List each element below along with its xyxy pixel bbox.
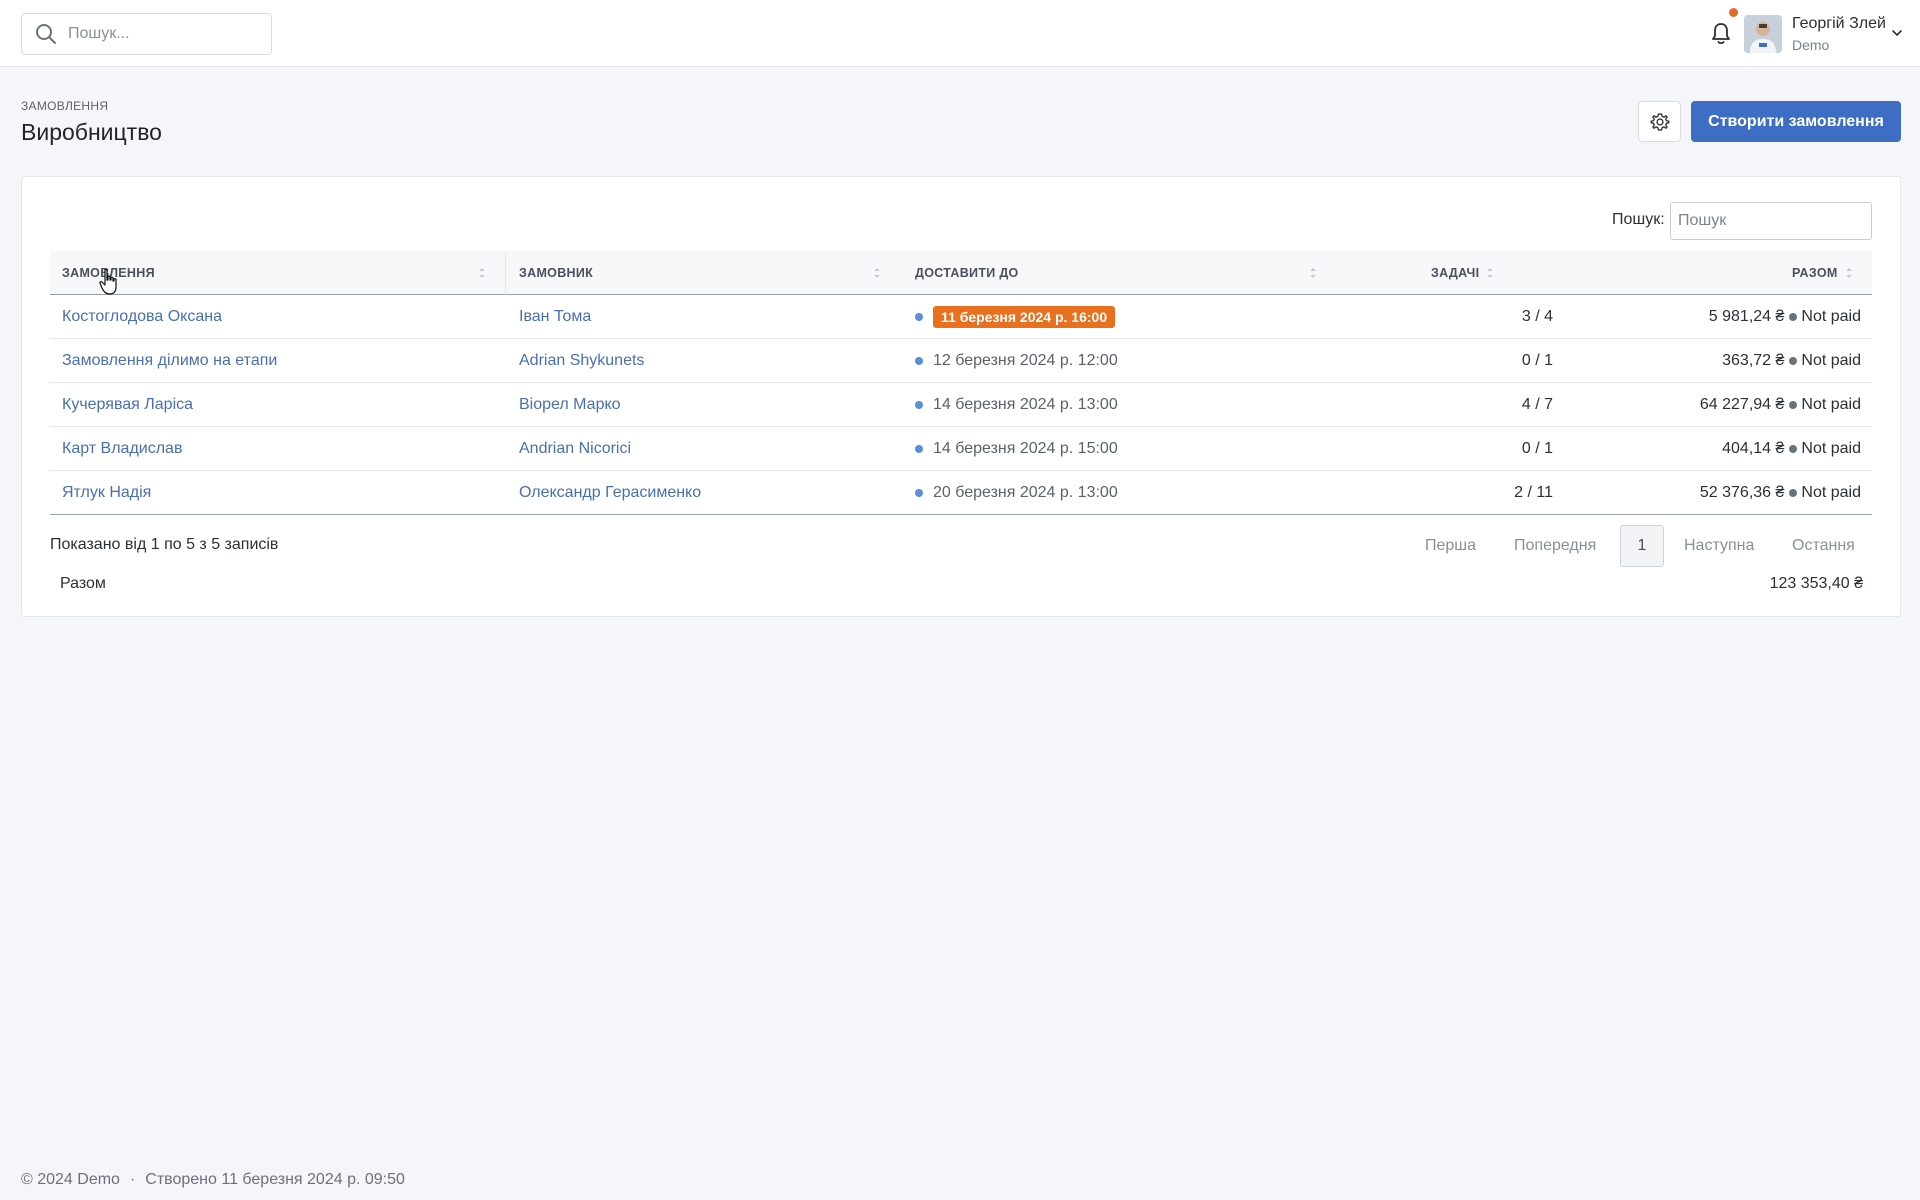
sort-icon[interactable] <box>873 265 881 281</box>
payment-status: Not paid <box>1801 439 1861 457</box>
payment-status-dot <box>1789 312 1798 321</box>
avatar-image <box>1744 15 1782 53</box>
tasks-count: 0 / 1 <box>1521 439 1553 457</box>
pager-first[interactable]: Перша <box>1425 526 1476 566</box>
footer-created: Створено 11 березня 2024 р. 09:50 <box>145 1171 405 1188</box>
table-info: Показано від 1 по 5 з 5 записів <box>50 536 279 553</box>
deliver-date: 11 березня 2024 р. 16:00 <box>915 295 1116 338</box>
global-search[interactable] <box>21 13 272 55</box>
total-amount: 404,14 ₴ <box>1722 439 1785 457</box>
deliver-text: 12 березня 2024 р. 12:00 <box>933 351 1118 369</box>
breadcrumb[interactable]: ЗАМОВЛЕННЯ <box>21 99 108 113</box>
table-row[interactable]: Ятлук Надія Олександр Герасименко 20 бер… <box>50 471 1872 515</box>
customer-link[interactable]: Іван Тома <box>519 295 591 338</box>
deliver-text: 20 березня 2024 р. 13:00 <box>933 483 1118 501</box>
total-amount: 64 227,94 ₴ <box>1699 395 1785 413</box>
tasks-count: 2 / 11 <box>1514 483 1553 501</box>
overdue-badge: 11 березня 2024 р. 16:00 <box>933 305 1116 328</box>
gear-icon <box>1650 112 1669 131</box>
customer-link[interactable]: Andrian Nicorici <box>519 427 631 470</box>
page-title: Виробництво <box>21 119 162 145</box>
payment-status: Not paid <box>1801 395 1861 413</box>
customer-link[interactable]: Adrian Shykunets <box>519 339 644 382</box>
payment-status: Not paid <box>1801 307 1861 325</box>
payment-status-dot <box>1789 356 1798 365</box>
deliver-date: 14 березня 2024 р. 15:00 <box>915 427 1118 470</box>
tasks-count: 3 / 4 <box>1521 307 1553 325</box>
total-value: 123 353,40 ₴ <box>1769 575 1863 592</box>
deliver-date: 14 березня 2024 р. 13:00 <box>915 383 1118 426</box>
deliver-date: 12 березня 2024 р. 12:00 <box>915 339 1118 382</box>
total-cell: 404,14 ₴ Not paid <box>1722 427 1861 470</box>
column-tasks[interactable]: ЗАДАЧІ <box>1431 251 1479 295</box>
user-role: Demo <box>1792 37 1830 53</box>
sort-icon[interactable] <box>1486 265 1494 281</box>
avatar[interactable] <box>1744 15 1782 53</box>
search-icon <box>36 24 56 44</box>
payment-status-dot <box>1789 400 1798 409</box>
order-link[interactable]: Костоглодова Оксана <box>62 295 222 338</box>
create-order-button[interactable]: Створити замовлення <box>1691 101 1901 142</box>
total-amount: 363,72 ₴ <box>1722 351 1785 369</box>
total-cell: 363,72 ₴ Not paid <box>1722 339 1861 382</box>
total-amount: 52 376,36 ₴ <box>1699 483 1785 501</box>
table-row[interactable]: Карт Владислав Andrian Nicorici 14 берез… <box>50 427 1872 471</box>
sort-icon[interactable] <box>1309 265 1317 281</box>
table-header: ЗАМОВЛЕННЯ ЗАМОВНИК ДОСТАВИТИ ДО ЗАДАЧІ … <box>50 251 1872 295</box>
total-label: Разом <box>60 575 106 592</box>
settings-button[interactable] <box>1638 101 1681 142</box>
customer-link[interactable]: Віорел Марко <box>519 383 621 426</box>
deliver-dot <box>915 356 923 365</box>
total-cell: 64 227,94 ₴ Not paid <box>1700 383 1861 426</box>
page-footer: © 2024 Demo · Створено 11 березня 2024 р. … <box>21 1171 405 1189</box>
deliver-date: 20 березня 2024 р. 13:00 <box>915 471 1118 514</box>
table-search-input[interactable] <box>1670 202 1872 240</box>
tasks-count: 4 / 7 <box>1521 395 1553 413</box>
total-amount: 5 981,24 ₴ <box>1708 307 1785 325</box>
table-row[interactable]: Замовлення ділимо на етапи Adrian Shykun… <box>50 339 1872 383</box>
chevron-down-icon[interactable] <box>1891 27 1903 39</box>
footer-separator: · <box>129 1171 136 1188</box>
order-link[interactable]: Кучерявая Ларіса <box>62 383 193 426</box>
deliver-text: 14 березня 2024 р. 15:00 <box>933 439 1118 457</box>
order-link[interactable]: Замовлення ділимо на етапи <box>62 339 277 382</box>
total-cell: 52 376,36 ₴ Not paid <box>1700 471 1861 514</box>
top-bar: Георгій Злей Demo <box>0 0 1920 67</box>
payment-status: Not paid <box>1801 483 1861 501</box>
pager-next[interactable]: Наступна <box>1684 526 1754 566</box>
bell-icon[interactable] <box>1709 21 1733 47</box>
table-row[interactable]: Костоглодова Оксана Іван Тома 11 березня… <box>50 295 1872 339</box>
notification-dot <box>1729 8 1738 17</box>
deliver-dot <box>915 488 923 497</box>
payment-status: Not paid <box>1801 351 1861 369</box>
tasks-count: 0 / 1 <box>1521 351 1553 369</box>
column-divider <box>505 251 506 295</box>
column-total[interactable]: РАЗОМ <box>1792 251 1838 295</box>
user-name[interactable]: Георгій Злей <box>1792 15 1886 33</box>
deliver-dot <box>915 400 923 409</box>
sort-icon[interactable] <box>478 265 486 281</box>
payment-status-dot <box>1789 444 1798 453</box>
hand-cursor-icon <box>99 268 117 295</box>
total-cell: 5 981,24 ₴ Not paid <box>1709 295 1861 338</box>
deliver-text: 14 березня 2024 р. 13:00 <box>933 395 1118 413</box>
order-link[interactable]: Ятлук Надія <box>62 471 151 514</box>
pager-current[interactable]: 1 <box>1620 525 1664 567</box>
pager-last[interactable]: Остання <box>1792 526 1855 566</box>
table-row[interactable]: Кучерявая Ларіса Віорел Марко 14 березня… <box>50 383 1872 427</box>
table-search-label: Пошук: <box>1612 211 1665 228</box>
sort-icon[interactable] <box>1845 265 1853 281</box>
global-search-input[interactable] <box>68 25 248 43</box>
column-deliver[interactable]: ДОСТАВИТИ ДО <box>915 251 1019 295</box>
deliver-dot <box>915 312 923 321</box>
order-link[interactable]: Карт Владислав <box>62 427 182 470</box>
column-customer[interactable]: ЗАМОВНИК <box>519 251 593 295</box>
footer-copyright: © 2024 Demo <box>21 1171 120 1188</box>
deliver-dot <box>915 444 923 453</box>
customer-link[interactable]: Олександр Герасименко <box>519 471 701 514</box>
pager-prev[interactable]: Попередня <box>1514 526 1596 566</box>
payment-status-dot <box>1789 488 1798 497</box>
